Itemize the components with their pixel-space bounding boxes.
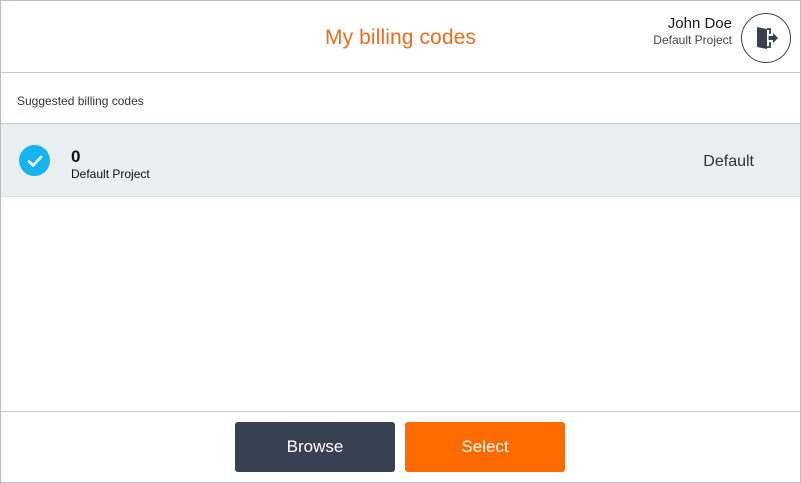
- select-button[interactable]: Select: [405, 422, 565, 472]
- billing-codes-window: My billing codes John Doe Default Projec…: [0, 0, 801, 483]
- billing-code-tag: Default: [703, 153, 754, 170]
- billing-code: 0: [71, 147, 81, 166]
- logout-door-icon: [757, 27, 778, 49]
- billing-code-list: 0 Default Project Default: [1, 123, 800, 197]
- user-project: Default Project: [653, 33, 732, 47]
- browse-button[interactable]: Browse: [235, 422, 395, 472]
- section-label: Suggested billing codes: [17, 94, 144, 108]
- user-name: John Doe: [667, 15, 732, 32]
- footer: Browse Select: [1, 411, 800, 482]
- header: My billing codes John Doe Default Projec…: [1, 1, 800, 73]
- user-info: John Doe Default Project: [653, 15, 732, 48]
- checkmark-icon: [19, 145, 50, 176]
- logout-button[interactable]: [741, 13, 791, 63]
- billing-code-project: Default Project: [71, 167, 150, 181]
- list-item[interactable]: 0 Default Project Default: [1, 124, 800, 197]
